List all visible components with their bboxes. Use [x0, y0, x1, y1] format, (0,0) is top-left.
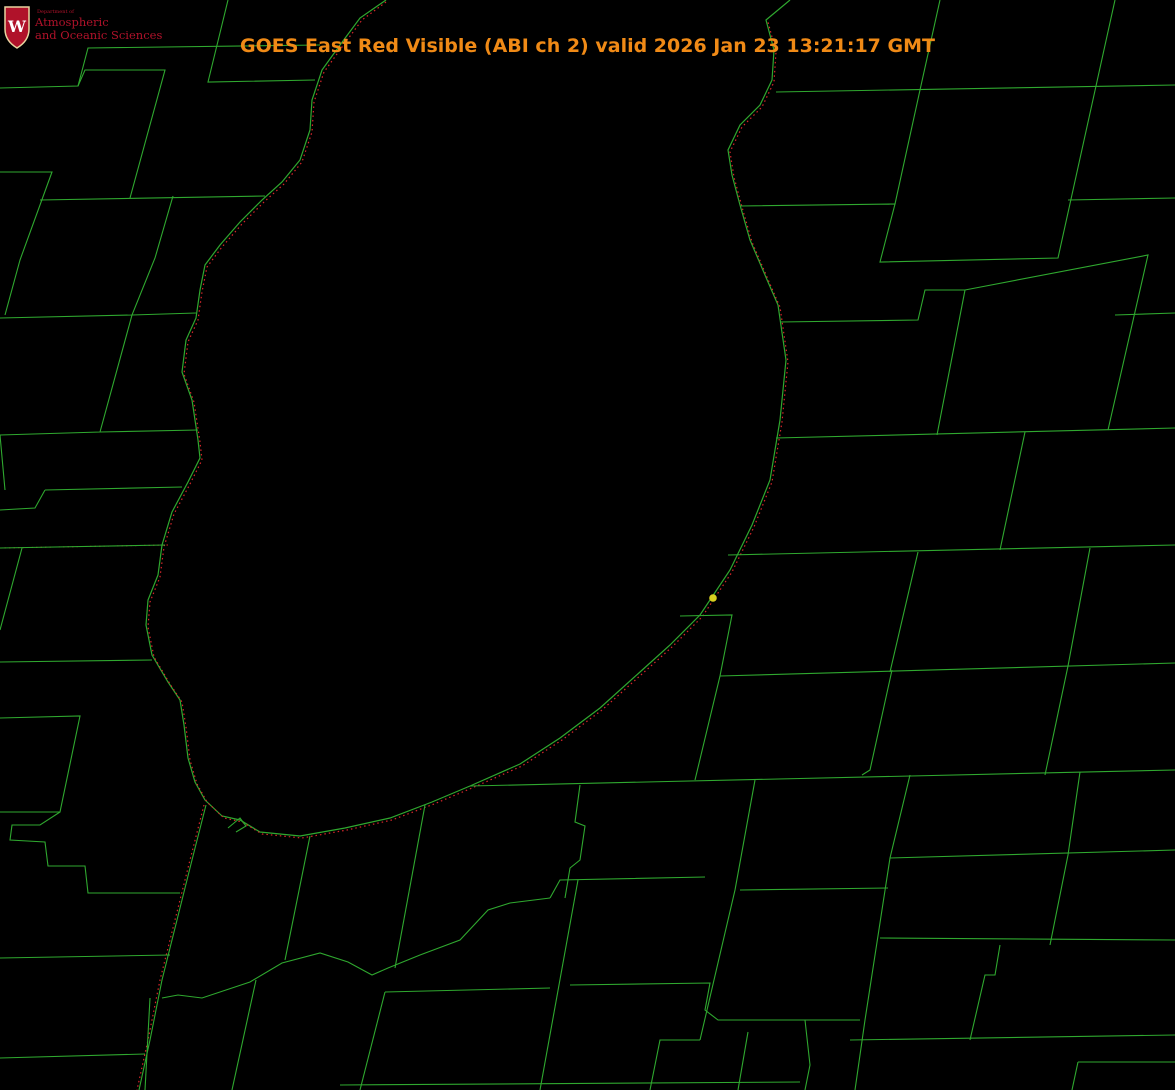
satellite-map [0, 0, 1175, 1090]
logo-shield-letter: W [7, 17, 27, 36]
yellow-dot-icon [709, 594, 717, 602]
image-title: GOES East Red Visible (ABI ch 2) valid 2… [0, 35, 1175, 57]
title-text: GOES East Red Visible (ABI ch 2) valid 2… [240, 35, 935, 57]
logo-line1: Atmospheric [35, 15, 109, 29]
map-background [0, 0, 1175, 1090]
